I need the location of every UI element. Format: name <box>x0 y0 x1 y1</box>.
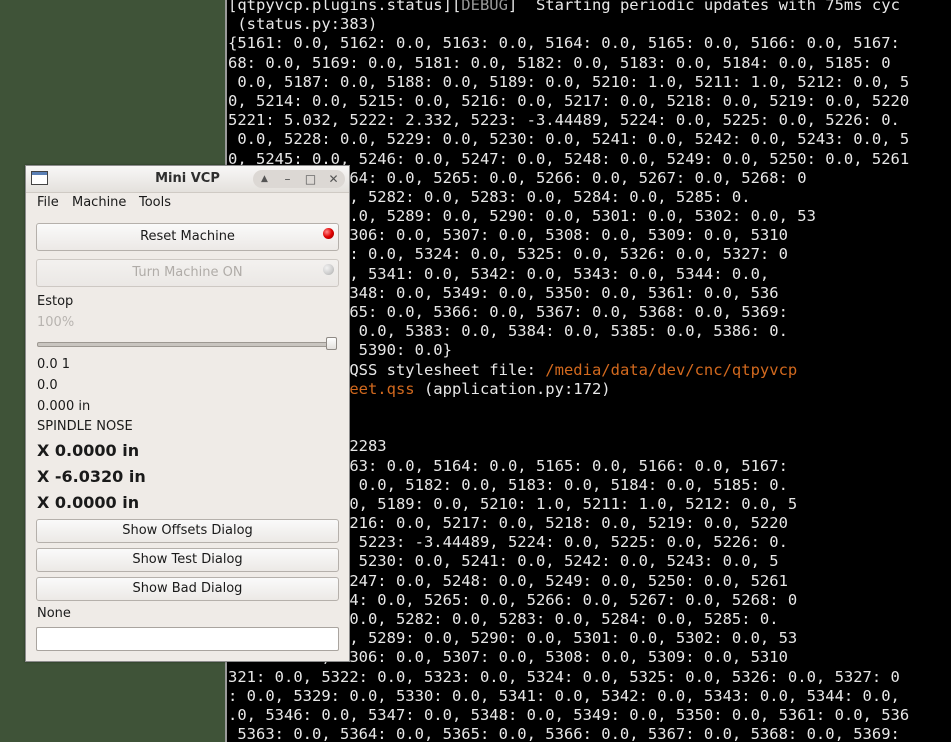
text-input[interactable] <box>36 627 339 651</box>
value-label-1: 0.0 1 <box>37 357 71 372</box>
turn-machine-on-label: Turn Machine ON <box>132 265 243 280</box>
terminal-text-segment: (status.py:383) <box>228 15 378 34</box>
terminal-text-segment: : 0.0, 5329: 0.0, 5330: 0.0, 5341: 0.0, … <box>228 686 900 705</box>
reset-machine-button[interactable]: Reset Machine <box>36 223 339 251</box>
terminal-line: {5161: 0.0, 5162: 0.0, 5163: 0.0, 5164: … <box>228 34 909 53</box>
menu-file[interactable]: File <box>37 195 59 210</box>
terminal-line: (status.py:383) <box>228 15 909 34</box>
turn-machine-on-button[interactable]: Turn Machine ON <box>36 259 339 287</box>
terminal-text-segment: 0.0, 5187: 0.0, 5188: 0.0, 5189: 0.0, 52… <box>228 72 910 91</box>
terminal-text-segment: 0, 5214: 0.0, 5215: 0.0, 5216: 0.0, 5217… <box>228 91 910 110</box>
terminal-text-segment: /media/data/dev/cnc/qtpyvcp <box>545 360 798 379</box>
terminal-line: 0, 5214: 0.0, 5215: 0.0, 5216: 0.0, 5217… <box>228 92 909 111</box>
reset-status-led-icon <box>323 228 334 239</box>
value-label-2: 0.0 <box>37 378 58 393</box>
spindle-label: SPINDLE NOSE <box>37 419 133 434</box>
terminal-text-segment: (application.py:172) <box>414 379 611 398</box>
reset-machine-label: Reset Machine <box>140 229 235 244</box>
feed-override-label: 100% <box>37 315 75 330</box>
z-position-readout: X 0.0000 in <box>37 493 140 512</box>
terminal-line: .0, 5346: 0.0, 5347: 0.0, 5348: 0.0, 534… <box>228 706 909 725</box>
show-test-dialog-button[interactable]: Show Test Dialog <box>36 548 339 572</box>
none-label: None <box>37 606 71 621</box>
menu-tools[interactable]: Tools <box>139 195 171 210</box>
menu-bar: File Machine Tools <box>26 193 349 213</box>
terminal-text-segment: 0.0, 5228: 0.0, 5229: 0.0, 5230: 0.0, 52… <box>228 130 910 149</box>
terminal-line: 68: 0.0, 5169: 0.0, 5181: 0.0, 5182: 0.0… <box>228 54 909 73</box>
show-offsets-dialog-button[interactable]: Show Offsets Dialog <box>36 519 339 543</box>
terminal-text-segment: 5363: 0.0, 5364: 0.0, 5365: 0.0, 5366: 0… <box>228 725 900 742</box>
terminal-line: 0.0, 5187: 0.0, 5188: 0.0, 5189: 0.0, 52… <box>228 73 909 92</box>
show-bad-dialog-button[interactable]: Show Bad Dialog <box>36 577 339 601</box>
minimize-icon[interactable]: – <box>279 171 297 187</box>
terminal-line: [qtpyvcp.plugins.status][DEBUG] Starting… <box>228 0 909 15</box>
close-icon[interactable]: ✕ <box>325 171 343 187</box>
terminal-text-segment: 321: 0.0, 5322: 0.0, 5323: 0.0, 5324: 0.… <box>228 667 900 686</box>
terminal-text-segment: [qtpyvcp.plugins.status][ <box>228 0 462 14</box>
terminal-text-segment: DEBUG <box>461 0 508 14</box>
slider-handle[interactable] <box>326 337 337 350</box>
feed-override-slider[interactable] <box>37 342 337 347</box>
window-controls: ▲ – □ ✕ <box>253 170 345 188</box>
terminal-line: 5221: 5.032, 5222: 2.332, 5223: -3.44489… <box>228 111 909 130</box>
estop-label: Estop <box>37 294 74 309</box>
terminal-line: : 0.0, 5329: 0.0, 5330: 0.0, 5341: 0.0, … <box>228 687 909 706</box>
terminal-text-segment: .0, 5346: 0.0, 5347: 0.0, 5348: 0.0, 534… <box>228 705 910 724</box>
mini-vcp-window: Mini VCP ▲ – □ ✕ File Machine Tools Rese… <box>25 165 350 662</box>
terminal-text-segment: {5161: 0.0, 5162: 0.0, 5163: 0.0, 5164: … <box>228 34 910 53</box>
terminal-line: 5363: 0.0, 5364: 0.0, 5365: 0.0, 5366: 0… <box>228 725 909 742</box>
x-position-readout: X 0.0000 in <box>37 441 140 460</box>
machine-on-led-icon <box>323 264 334 275</box>
terminal-text-segment: ] Starting periodic updates with 75ms cy… <box>507 0 900 14</box>
maximize-icon[interactable]: □ <box>302 171 320 187</box>
shade-up-icon[interactable]: ▲ <box>256 171 274 187</box>
terminal-text-segment: 5221: 5.032, 5222: 2.332, 5223: -3.44489… <box>228 111 900 130</box>
terminal-text-segment: 68: 0.0, 5169: 0.0, 5181: 0.0, 5182: 0.0… <box>228 53 891 72</box>
menu-machine[interactable]: Machine <box>72 195 126 210</box>
y-position-readout: X -6.0320 in <box>37 467 146 486</box>
title-bar[interactable]: Mini VCP ▲ – □ ✕ <box>26 166 349 193</box>
value-label-3: 0.000 in <box>37 399 91 414</box>
terminal-line: 321: 0.0, 5322: 0.0, 5323: 0.0, 5324: 0.… <box>228 668 909 687</box>
terminal-line: 0.0, 5228: 0.0, 5229: 0.0, 5230: 0.0, 52… <box>228 130 909 149</box>
